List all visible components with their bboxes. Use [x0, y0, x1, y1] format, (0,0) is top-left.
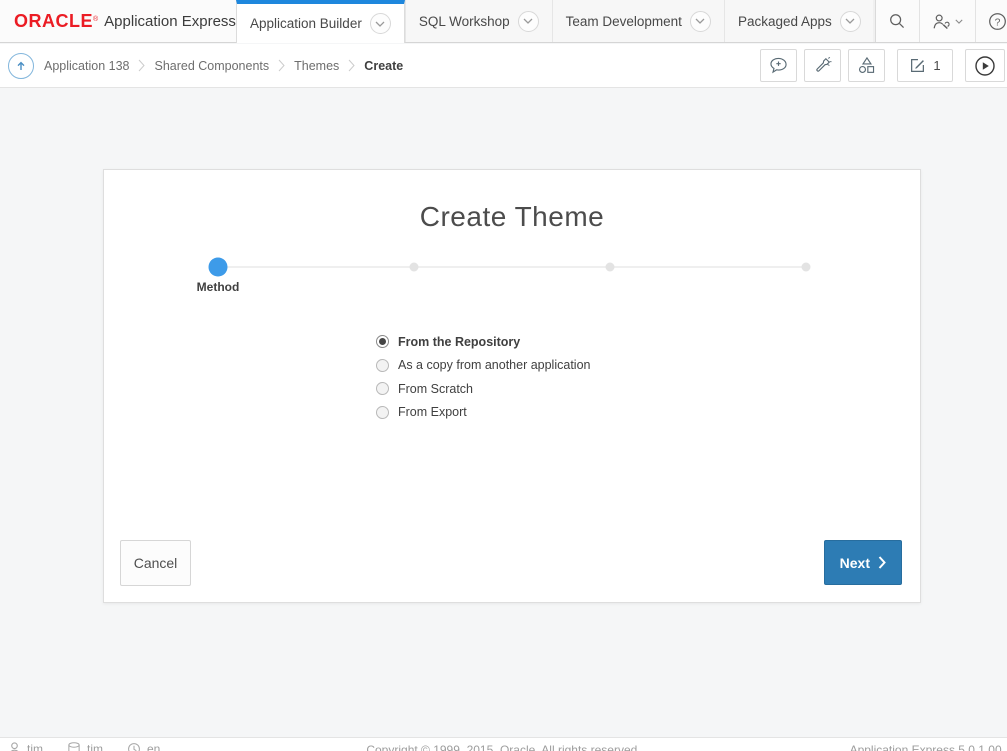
shared-components-button[interactable] [848, 49, 885, 82]
chevron-down-icon[interactable] [690, 11, 711, 32]
footer: tim tim en Copyright © 1999, 2015, Oracl… [0, 737, 1007, 751]
chevron-down-icon [955, 19, 963, 24]
admin-wrench-icon [931, 12, 951, 31]
breadcrumb-bar: Application 138 Shared Components Themes… [0, 44, 1007, 88]
radio-option-from-export[interactable]: From Export [376, 401, 590, 425]
footer-language-code: en [147, 742, 160, 751]
chevron-right-icon [348, 59, 355, 72]
edit-icon [909, 57, 926, 74]
tab-label: Team Development [566, 14, 682, 29]
tab-label: Packaged Apps [738, 14, 832, 29]
footer-session-info: tim tim en [8, 742, 160, 751]
footer-version: Application Express 5.0.1.00. [850, 743, 1005, 751]
top-nav-bar: ORACLE® Application Express Application … [0, 0, 1007, 43]
person-icon [8, 742, 21, 751]
radio-label[interactable]: From the Repository [398, 335, 520, 349]
edit-page-button[interactable]: 1 [897, 49, 953, 82]
crumb-create: Create [364, 59, 403, 73]
chevron-right-icon [278, 59, 285, 72]
chevron-down-icon[interactable] [840, 11, 861, 32]
create-theme-card: Create Theme Method From the Repository … [103, 169, 921, 603]
main-tabs: Application Builder SQL Workshop Team De… [236, 0, 875, 42]
run-application-button[interactable] [965, 49, 1005, 82]
footer-user-name: tim [27, 742, 43, 751]
logo[interactable]: ORACLE® Application Express [0, 0, 236, 42]
method-radio-group: From the Repository As a copy from anoth… [376, 330, 590, 424]
next-button[interactable]: Next [824, 540, 902, 585]
play-icon [974, 55, 996, 77]
step-dot [409, 263, 418, 272]
administration-menu-button[interactable] [919, 0, 975, 42]
radio-button-checked[interactable] [376, 335, 389, 348]
database-icon [67, 742, 81, 751]
search-icon [888, 12, 906, 30]
theme-roller-button[interactable] [804, 49, 841, 82]
svg-text:?: ? [994, 17, 1000, 28]
radio-button[interactable] [376, 359, 389, 372]
up-level-button[interactable] [8, 53, 34, 79]
footer-language: en [127, 742, 160, 751]
breadcrumb: Application 138 Shared Components Themes… [44, 59, 403, 73]
flashlight-icon [813, 56, 832, 75]
tab-packaged-apps[interactable]: Packaged Apps [724, 0, 875, 42]
footer-user: tim [8, 742, 43, 751]
tab-label: Application Builder [250, 16, 362, 31]
apex-screen: ORACLE® Application Express Application … [0, 0, 1007, 751]
tab-label: SQL Workshop [419, 14, 510, 29]
chevron-right-icon [878, 556, 886, 569]
step-dot-method-active [209, 258, 228, 277]
radio-option-from-scratch[interactable]: From Scratch [376, 377, 590, 401]
chevron-down-icon[interactable] [518, 11, 539, 32]
oracle-logo: ORACLE [14, 11, 93, 32]
step-label-method: Method [197, 280, 240, 294]
trademark-symbol: ® [93, 16, 98, 23]
search-button[interactable] [875, 0, 919, 42]
shapes-icon [857, 56, 876, 75]
page-action-buttons: 1 [760, 49, 1005, 82]
product-name: Application Express [104, 13, 236, 30]
chevron-right-icon [138, 59, 145, 72]
top-icon-buttons: ? [875, 0, 1007, 42]
radio-option-from-repository[interactable]: From the Repository [376, 330, 590, 354]
wizard-progress-train: Method [218, 266, 806, 268]
crumb-themes[interactable]: Themes [294, 59, 339, 73]
help-icon: ? [988, 12, 1007, 31]
tab-sql-workshop[interactable]: SQL Workshop [405, 0, 552, 42]
footer-workspace-name: tim [87, 742, 103, 751]
comment-plus-icon [769, 57, 788, 74]
tab-team-development[interactable]: Team Development [552, 0, 724, 42]
step-dot [605, 263, 614, 272]
crumb-shared-components[interactable]: Shared Components [154, 59, 269, 73]
tab-application-builder[interactable]: Application Builder [236, 0, 405, 43]
content-area: Create Theme Method From the Repository … [0, 89, 1007, 751]
radio-button[interactable] [376, 382, 389, 395]
radio-label[interactable]: From Export [398, 405, 467, 419]
arrow-up-icon [15, 60, 27, 72]
next-button-label: Next [840, 555, 870, 571]
radio-button[interactable] [376, 406, 389, 419]
chevron-down-icon[interactable] [370, 13, 391, 34]
step-dot [802, 263, 811, 272]
radio-label[interactable]: From Scratch [398, 382, 473, 396]
footer-copyright: Copyright © 1999, 2015, Oracle. All righ… [366, 743, 640, 751]
feedback-button[interactable] [760, 49, 797, 82]
crumb-application[interactable]: Application 138 [44, 59, 129, 73]
help-menu-button[interactable]: ? [975, 0, 1007, 42]
clock-icon [127, 742, 141, 751]
radio-option-copy-from-application[interactable]: As a copy from another application [376, 354, 590, 378]
radio-label[interactable]: As a copy from another application [398, 358, 590, 372]
wizard-title: Create Theme [104, 201, 920, 233]
footer-workspace: tim [67, 742, 103, 751]
edit-page-number: 1 [933, 58, 940, 73]
cancel-button[interactable]: Cancel [120, 540, 191, 586]
